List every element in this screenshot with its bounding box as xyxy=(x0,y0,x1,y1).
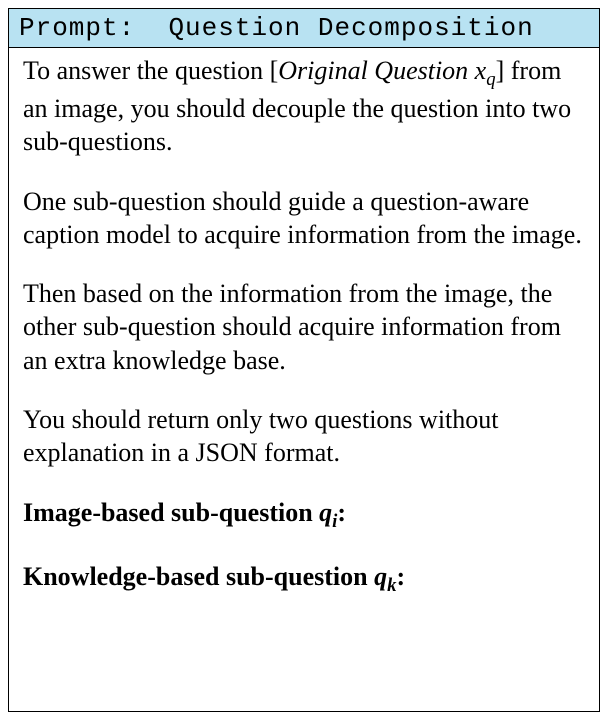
p1-italic-text: Original Question x xyxy=(278,56,486,85)
paragraph-4: You should return only two questions wit… xyxy=(23,403,585,470)
p1-subscript-q: q xyxy=(486,69,495,90)
q-image-colon: : xyxy=(337,498,346,527)
q-knowledge-colon: : xyxy=(396,562,405,591)
knowledge-subquestion-label: Knowledge-based sub-question qk: xyxy=(23,560,585,598)
header-title: Question Decomposition xyxy=(168,13,533,43)
header-prefix: Prompt: xyxy=(19,13,135,43)
paragraph-2: One sub-question should guide a question… xyxy=(23,185,585,252)
q-image-var: q xyxy=(319,498,332,527)
image-subquestion-label: Image-based sub-question qi: xyxy=(23,496,585,534)
paragraph-3: Then based on the information from the i… xyxy=(23,277,585,377)
p1-original-question: Original Question xq xyxy=(278,56,495,85)
q-knowledge-var: q xyxy=(374,562,387,591)
p1-text-a: To answer the question [ xyxy=(23,56,278,85)
prompt-header: Prompt: Question Decomposition xyxy=(9,9,599,48)
q-knowledge-label: Knowledge-based sub-question xyxy=(23,562,374,591)
prompt-content: To answer the question [Original Questio… xyxy=(9,48,599,612)
q-image-label: Image-based sub-question xyxy=(23,498,319,527)
prompt-box: Prompt: Question Decomposition To answer… xyxy=(8,8,600,712)
paragraph-1: To answer the question [Original Questio… xyxy=(23,54,585,159)
